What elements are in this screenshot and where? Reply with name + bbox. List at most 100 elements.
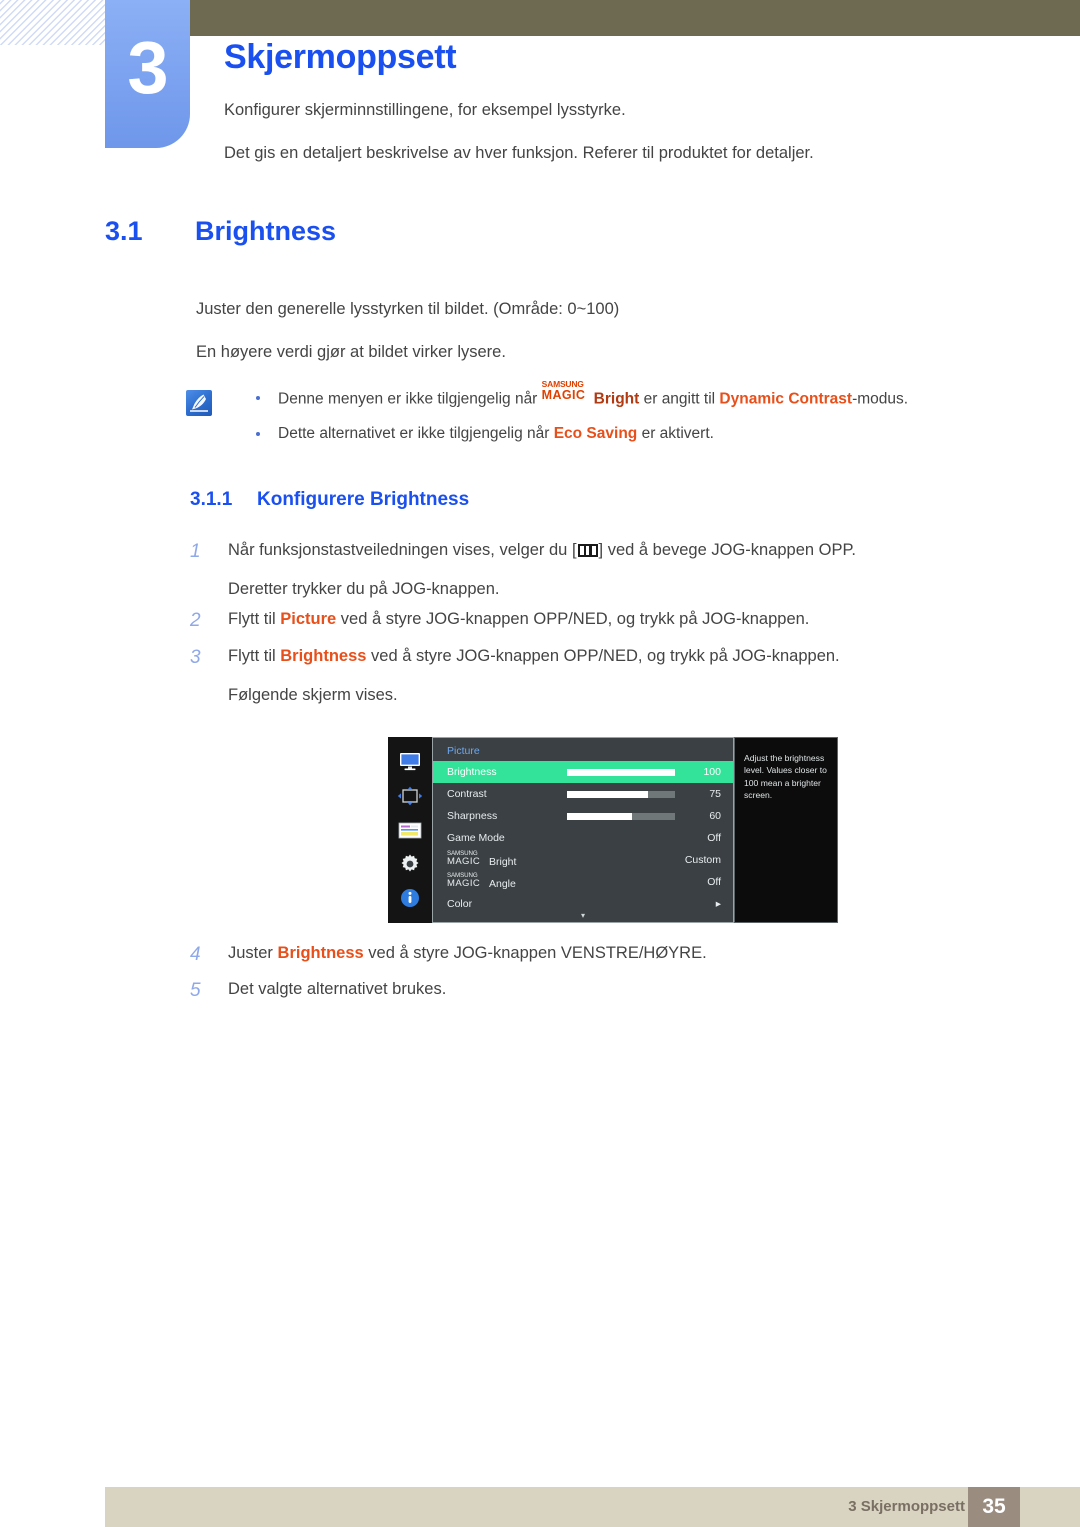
step-1-continuation: Deretter trykker du på JOG-knappen. bbox=[228, 580, 500, 599]
osd-row-game-mode-value: Off bbox=[707, 832, 721, 844]
osd-row-contrast-slider[interactable] bbox=[567, 790, 675, 798]
note-bullet-list: Denne menyen er ikke tilgjengelig når SA… bbox=[248, 379, 986, 445]
note-bullet-1-accent: Dynamic Contrast bbox=[719, 390, 853, 408]
note-bullet-2: Dette alternativet er ikke tilgjengelig … bbox=[248, 424, 986, 445]
osd-row-magicbright-label: SAMSUNG MAGIC Bright bbox=[447, 850, 567, 868]
chevron-down-icon[interactable]: ▾ bbox=[581, 911, 585, 920]
chevron-right-icon: ▸ bbox=[715, 898, 721, 910]
slider-fill bbox=[567, 768, 675, 776]
note-pen-icon bbox=[186, 390, 212, 416]
chapter-title: Skjermoppsett bbox=[224, 38, 457, 76]
step-2-text-before: Flytt til bbox=[228, 610, 281, 628]
note-bullet-1: Denne menyen er ikke tilgjengelig når SA… bbox=[248, 379, 986, 410]
step-4: 4 Juster Brightness ved å styre JOG-knap… bbox=[190, 942, 990, 965]
osd-row-game-mode-label: Game Mode bbox=[447, 832, 505, 844]
osd-row-color-label: Color bbox=[447, 898, 473, 910]
page-number-box: 35 bbox=[968, 1487, 1020, 1527]
step-1-index: 1 bbox=[190, 541, 201, 562]
samsung-magic-bottom: MAGIC bbox=[447, 855, 481, 867]
chapter-header: Skjermoppsett Konfigurer skjerminnstilli… bbox=[224, 38, 1044, 165]
step-2-index: 2 bbox=[190, 610, 201, 631]
osd-row-brightness[interactable]: Brightness 100 bbox=[433, 761, 733, 783]
header-bar bbox=[190, 0, 1080, 36]
samsung-magic-bottom: MAGIC bbox=[541, 388, 586, 402]
step-1-text-before: Når funksjonstastveiledningen vises, vel… bbox=[228, 541, 577, 559]
step-3: 3 Flytt til Brightness ved å styre JOG-k… bbox=[190, 645, 990, 707]
osd-row-magicangle[interactable]: SAMSUNG MAGIC Angle Off bbox=[433, 871, 733, 893]
step-4-text-after: ved å styre JOG-knappen VENSTRE/HØYRE. bbox=[363, 944, 707, 962]
osd-row-magicbright-word: Bright bbox=[489, 855, 517, 868]
step-4-text: Juster Brightness ved å styre JOG-knappe… bbox=[228, 942, 990, 964]
step-1: 1 Når funksjonstastveiledningen vises, v… bbox=[190, 539, 990, 601]
section-heading: 3.1 Brightness bbox=[105, 216, 336, 247]
step-3-text: Flytt til Brightness ved å styre JOG-kna… bbox=[228, 645, 990, 667]
chapter-intro-line-1: Konfigurer skjerminnstillingene, for eks… bbox=[224, 101, 626, 119]
slider-track bbox=[567, 812, 675, 820]
samsung-magic-bottom: MAGIC bbox=[447, 877, 481, 889]
step-5: 5 Det valgte alternativet brukes. bbox=[190, 978, 990, 1001]
step-3-index: 3 bbox=[190, 647, 201, 668]
jog-menu-icon bbox=[577, 544, 598, 557]
chapter-intro-line-2: Det gis en detaljert beskrivelse av hver… bbox=[224, 144, 814, 163]
note-bullet-1-post: -modus. bbox=[852, 390, 909, 408]
step-3-accent: Brightness bbox=[280, 647, 367, 665]
onscreen-menu-icon[interactable] bbox=[397, 819, 423, 841]
slider-fill bbox=[567, 812, 632, 820]
note-bullet-2-accent: Eco Saving bbox=[553, 425, 638, 443]
page-footer: 3 Skjermoppsett 35 bbox=[105, 1487, 1080, 1527]
subsection-number: 3.1.1 bbox=[190, 489, 233, 510]
samsung-magic-lockup-osd: SAMSUNG MAGIC bbox=[447, 872, 489, 889]
step-2-text: Flytt til Picture ved å styre JOG-knappe… bbox=[228, 608, 990, 630]
step-3-continuation: Følgende skjerm vises. bbox=[228, 686, 398, 705]
slider-fill bbox=[567, 790, 648, 798]
step-2-text-after: ved å styre JOG-knappen OPP/NED, og tryk… bbox=[336, 610, 810, 628]
osd-row-sharpness-value: 60 bbox=[709, 810, 721, 822]
note-bullet-2-post: er aktivert. bbox=[637, 425, 714, 443]
monitor-icon[interactable] bbox=[397, 751, 423, 773]
osd-row-sharpness[interactable]: Sharpness 60 bbox=[433, 805, 733, 827]
step-3-text-after: ved å styre JOG-knappen OPP/NED, og tryk… bbox=[366, 647, 840, 665]
move-arrows-icon[interactable] bbox=[397, 785, 423, 807]
step-4-index: 4 bbox=[190, 944, 201, 965]
osd-row-magicangle-label: SAMSUNG MAGIC Angle bbox=[447, 872, 567, 890]
osd-row-sharpness-label: Sharpness bbox=[447, 810, 498, 822]
note-bullet-2-pre: Dette alternativet er ikke tilgjengelig … bbox=[278, 425, 554, 443]
page-number: 35 bbox=[982, 1495, 1006, 1518]
step-2: 2 Flytt til Picture ved å styre JOG-knap… bbox=[190, 608, 990, 631]
hatch-decoration bbox=[0, 0, 108, 45]
step-1-text-after: ] ved å bevege JOG-knappen OPP. bbox=[598, 541, 856, 559]
gear-icon[interactable] bbox=[397, 853, 423, 875]
step-5-text: Det valgte alternativet brukes. bbox=[228, 980, 447, 998]
step-2-accent: Picture bbox=[280, 610, 337, 628]
osd-row-magicangle-value: Off bbox=[707, 876, 721, 888]
note-bullet-1-mid: er angitt til bbox=[639, 390, 720, 408]
osd-icon-rail bbox=[388, 737, 432, 923]
info-icon[interactable] bbox=[397, 887, 423, 909]
samsung-magic-lockup-osd: SAMSUNG MAGIC bbox=[447, 850, 489, 867]
samsung-magic-word: Bright bbox=[593, 390, 640, 408]
section-number: 3.1 bbox=[105, 216, 143, 246]
subsection-heading: 3.1.1 Konfigurere Brightness bbox=[190, 489, 469, 511]
osd-row-contrast-label: Contrast bbox=[447, 788, 487, 800]
osd-help-panel: Adjust the brightness level. Values clos… bbox=[734, 737, 838, 923]
chapter-number: 3 bbox=[127, 26, 168, 109]
osd-row-brightness-label: Brightness bbox=[447, 766, 497, 778]
osd-row-contrast-value: 75 bbox=[709, 788, 721, 800]
osd-row-contrast[interactable]: Contrast 75 bbox=[433, 783, 733, 805]
osd-row-game-mode[interactable]: Game Mode Off bbox=[433, 827, 733, 849]
step-1-text: Når funksjonstastveiledningen vises, vel… bbox=[228, 539, 990, 561]
osd-menu-title: Picture bbox=[447, 745, 480, 757]
osd-screenshot: Picture Brightness 100 Contrast 75 Sharp… bbox=[388, 737, 838, 923]
step-4-accent: Brightness bbox=[277, 944, 364, 962]
step-4-text-before: Juster bbox=[228, 944, 278, 962]
osd-menu-panel: Picture Brightness 100 Contrast 75 Sharp… bbox=[432, 737, 734, 923]
osd-row-brightness-slider[interactable] bbox=[567, 768, 675, 776]
subsection-title: Konfigurere Brightness bbox=[257, 489, 470, 510]
slider-track bbox=[567, 790, 675, 798]
osd-row-magicangle-word: Angle bbox=[489, 877, 516, 890]
osd-row-sharpness-slider[interactable] bbox=[567, 812, 675, 820]
section-title: Brightness bbox=[195, 216, 337, 246]
osd-row-magicbright[interactable]: SAMSUNG MAGIC Bright Custom bbox=[433, 849, 733, 871]
note-bullet-1-pre: Denne menyen er ikke tilgjengelig når bbox=[278, 390, 542, 408]
section-paragraph-1: Juster den generelle lysstyrken til bild… bbox=[196, 300, 620, 318]
